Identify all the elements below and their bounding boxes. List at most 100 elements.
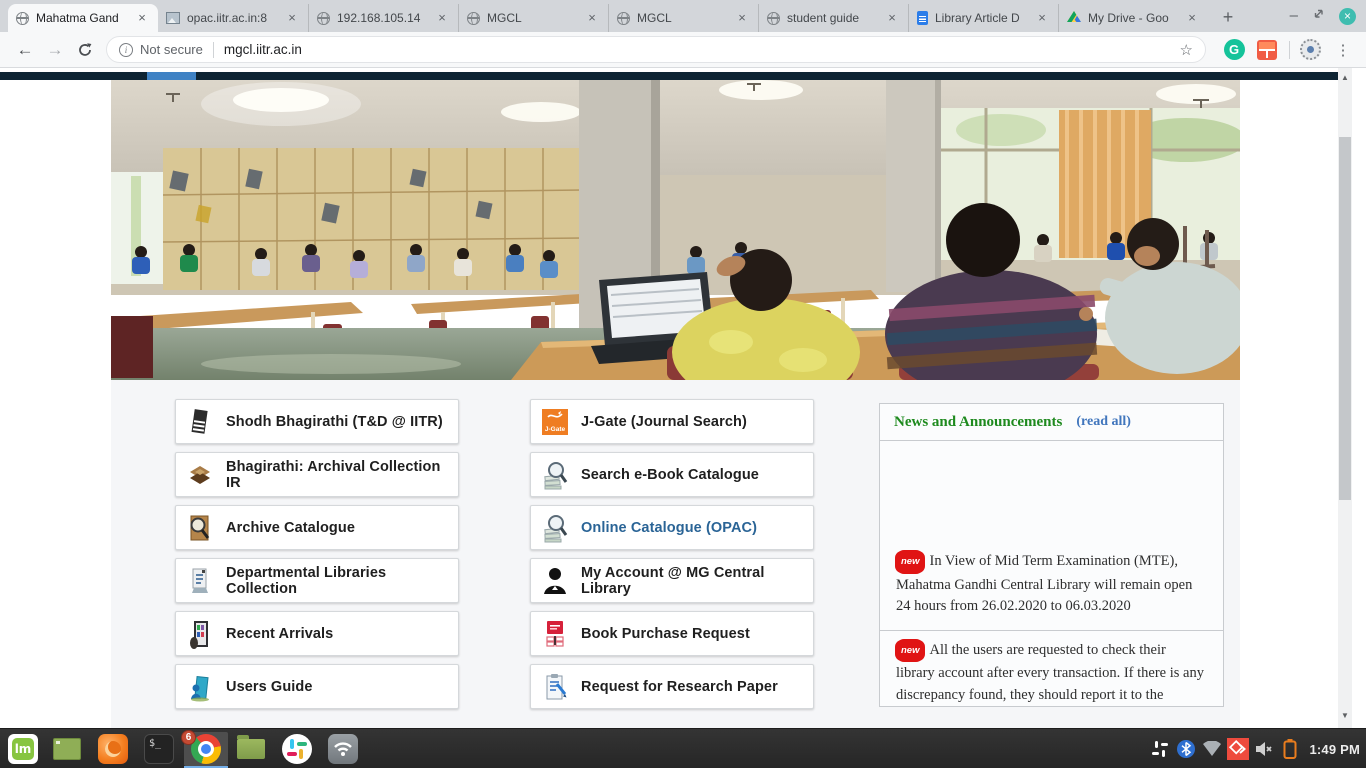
bluetooth-icon[interactable] (1173, 729, 1199, 768)
tab-mgcl-2[interactable]: MGCL × (458, 4, 608, 32)
news-item: newIn View of Mid Term Examination (MTE)… (880, 542, 1223, 630)
tab-opac[interactable]: opac.iitr.ac.in:8 × (158, 4, 308, 32)
tab-mgcl-3[interactable]: MGCL × (608, 4, 758, 32)
users-guide-icon (187, 672, 213, 702)
link-bhagirathi-archival[interactable]: Bhagirathi: Archival Collection IR (175, 452, 459, 497)
page-info-icon[interactable]: i (119, 43, 133, 57)
tab-student-guide[interactable]: student guide × (758, 4, 908, 32)
wifi-signal-icon[interactable] (1199, 729, 1225, 768)
address-bar[interactable]: i Not secure mgcl.iitr.ac.in ☆ (106, 36, 1206, 63)
link-jgate[interactable]: J-Gate J-Gate (Journal Search) (530, 399, 814, 444)
tab-close-icon[interactable]: × (734, 10, 750, 26)
forward-button[interactable]: → (40, 36, 70, 64)
google-docs-favicon (917, 11, 928, 25)
scrollbar-thumb[interactable] (1339, 137, 1351, 500)
tab-close-icon[interactable]: × (884, 10, 900, 26)
link-departmental-libraries[interactable]: Departmental Libraries Collection (175, 558, 459, 603)
reload-button[interactable] (70, 36, 100, 64)
slack-launcher[interactable] (278, 732, 316, 766)
link-ebook-catalogue[interactable]: Search e-Book Catalogue (530, 452, 814, 497)
link-shodh-bhagirathi[interactable]: Shodh Bhagirathi (T&D @ IITR) (175, 399, 459, 444)
url-text: mgcl.iitr.ac.in (224, 42, 1180, 57)
web-page: Shodh Bhagirathi (T&D @ IITR) Bhagirathi… (0, 68, 1352, 728)
slack-tray-icon[interactable] (1147, 729, 1173, 768)
scrollbar-up-arrow[interactable]: ▲ (1338, 71, 1352, 85)
restore-button[interactable] (1312, 7, 1325, 25)
network-app-launcher[interactable] (324, 732, 362, 766)
link-my-account[interactable]: My Account @ MG Central Library (530, 558, 814, 603)
extension-orange-grid-icon[interactable] (1254, 37, 1280, 63)
library-kiosk-icon (187, 566, 213, 596)
tab-title: opac.iitr.ac.in:8 (187, 11, 277, 25)
desktop-screen: Mahatma Gand × opac.iitr.ac.in:8 × 192.1… (0, 0, 1366, 768)
battery-icon[interactable] (1277, 729, 1303, 768)
slack-icon (282, 734, 312, 764)
anydesk-icon[interactable] (1225, 729, 1251, 768)
link-research-paper-request[interactable]: Request for Research Paper (530, 664, 814, 709)
back-button[interactable]: ← (10, 36, 40, 64)
terminal-launcher[interactable]: $_ (140, 732, 178, 766)
minimize-button[interactable]: – (1290, 11, 1298, 21)
link-label: Search e-Book Catalogue (581, 467, 759, 483)
globe-favicon (617, 12, 630, 25)
link-users-guide[interactable]: Users Guide (175, 664, 459, 709)
link-opac[interactable]: Online Catalogue (OPAC) (530, 505, 814, 550)
news-announcements-panel: News and Announcements (read all) newIn … (879, 403, 1224, 707)
chrome-taskbar-button[interactable]: 6 (184, 732, 228, 766)
bookmark-star-icon[interactable]: ☆ (1180, 41, 1193, 59)
quick-links-section: Shodh Bhagirathi (T&D @ IITR) Bhagirathi… (111, 380, 1240, 728)
svg-text:J-Gate: J-Gate (545, 426, 566, 433)
tab-library-article-doc[interactable]: Library Article D × (908, 4, 1058, 32)
browser-toolbar: ← → i Not secure mgcl.iitr.ac.in ☆ G ⋮ (0, 32, 1366, 68)
jgate-icon: J-Gate (542, 407, 568, 437)
file-manager-launcher[interactable] (232, 732, 270, 766)
tab-close-icon[interactable]: × (434, 10, 450, 26)
extension-badge-icon[interactable] (1297, 37, 1323, 63)
tab-close-icon[interactable]: × (1034, 10, 1050, 26)
link-label: Archive Catalogue (226, 520, 355, 536)
scrollbar-down-arrow[interactable]: ▼ (1338, 709, 1352, 723)
library-photo-image (111, 80, 1240, 380)
news-read-all-link[interactable]: (read all) (1076, 414, 1131, 430)
new-tab-button[interactable]: + (1214, 4, 1242, 32)
link-book-purchase[interactable]: Book Purchase Request (530, 611, 814, 656)
grammarly-extension-icon[interactable]: G (1221, 37, 1247, 63)
archive-search-icon (187, 513, 213, 543)
new-badge: new (896, 639, 924, 663)
show-desktop-button[interactable] (48, 732, 86, 766)
tab-close-icon[interactable]: × (134, 10, 150, 26)
link-label: Bhagirathi: Archival Collection IR (226, 459, 458, 491)
tab-close-icon[interactable]: × (584, 10, 600, 26)
new-arrivals-shelf-icon (187, 619, 213, 649)
chrome-window-count-badge: 6 (181, 730, 196, 745)
browser-menu-icon[interactable]: ⋮ (1330, 37, 1356, 63)
archive-box-icon (187, 460, 213, 490)
tab-mgcl-home[interactable]: Mahatma Gand × (8, 4, 158, 32)
volume-muted-icon[interactable] (1251, 729, 1277, 768)
link-label: Request for Research Paper (581, 679, 778, 695)
close-button[interactable]: × (1339, 8, 1356, 25)
firefox-launcher[interactable] (94, 732, 132, 766)
tab-title: My Drive - Goo (1088, 11, 1177, 25)
site-nav-bar-edge (0, 72, 1352, 80)
news-header: News and Announcements (read all) (880, 404, 1223, 441)
mint-menu-button[interactable]: lm (4, 732, 42, 766)
tab-title: Mahatma Gand (36, 11, 127, 25)
image-favicon (166, 12, 180, 24)
window-controls: – × (1290, 7, 1356, 25)
link-recent-arrivals[interactable]: Recent Arrivals (175, 611, 459, 656)
user-silhouette-icon (542, 566, 568, 596)
link-archive-catalogue[interactable]: Archive Catalogue (175, 505, 459, 550)
site-nav-active-item-edge (147, 72, 196, 80)
tab-title: MGCL (637, 11, 727, 25)
page-scrollbar[interactable]: ▲ ▼ (1338, 68, 1352, 728)
tab-close-icon[interactable]: × (284, 10, 300, 26)
news-title: News and Announcements (894, 414, 1062, 431)
browser-tab-strip: Mahatma Gand × opac.iitr.ac.in:8 × 192.1… (0, 0, 1366, 32)
tab-close-icon[interactable]: × (1184, 10, 1200, 26)
news-item-text: All the users are requested to check the… (896, 642, 1204, 703)
taskbar-clock[interactable]: 1:49 PM (1303, 742, 1360, 757)
globe-favicon (16, 12, 29, 25)
tab-my-drive[interactable]: My Drive - Goo × (1058, 4, 1208, 32)
tab-ip-address[interactable]: 192.168.105.14 × (308, 4, 458, 32)
